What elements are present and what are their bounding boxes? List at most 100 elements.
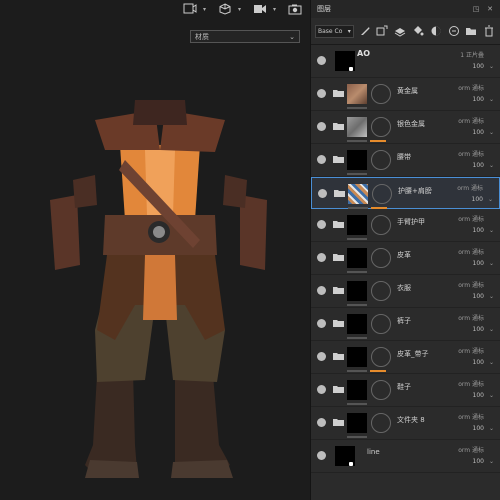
chevron-down-icon[interactable]: ⌄ [489, 359, 494, 366]
folder-icon[interactable] [333, 122, 344, 130]
layer-thumbnail[interactable] [348, 184, 368, 204]
opacity-value[interactable]: 100 [473, 260, 484, 267]
folder-icon[interactable] [333, 155, 344, 163]
eye-icon[interactable] [317, 451, 326, 460]
chevron-down-icon[interactable]: ⌄ [489, 260, 494, 267]
eye-icon[interactable] [317, 286, 326, 295]
eye-icon[interactable] [317, 385, 326, 394]
folder-icon[interactable] [333, 253, 344, 261]
blend-mode[interactable]: orm 通标 [457, 183, 483, 192]
chevron-down-icon[interactable]: ⌄ [489, 63, 494, 70]
layer-thumbnail[interactable] [347, 84, 367, 104]
layer-row[interactable]: 黄金属 orm 通标 100 ⌄ [311, 78, 500, 111]
mask-thumbnail[interactable] [371, 413, 391, 433]
folder-icon[interactable] [333, 319, 344, 327]
opacity-value[interactable]: 100 [472, 196, 483, 203]
eye-icon[interactable] [317, 253, 326, 262]
channel-select[interactable]: Base Co ▾ [315, 24, 354, 38]
armor-model[interactable] [35, 80, 285, 490]
opacity-value[interactable]: 100 [473, 326, 484, 333]
brush-button[interactable] [358, 23, 372, 39]
folder-icon[interactable] [333, 89, 344, 97]
layer-row[interactable]: 裤子 orm 通标 100 ⌄ [311, 308, 500, 341]
layer-row[interactable]: 衣服 orm 通标 100 ⌄ [311, 275, 500, 308]
layer-thumbnail[interactable] [347, 314, 367, 334]
chevron-down-icon[interactable]: ▾ [273, 6, 276, 13]
opacity-value[interactable]: 100 [473, 63, 484, 70]
blend-mode[interactable]: orm 通标 [458, 280, 484, 289]
camera-view-button[interactable] [181, 2, 199, 16]
layer-name[interactable]: 腰带 [397, 152, 411, 162]
layer-name[interactable]: 鞋子 [397, 382, 411, 392]
layer-row[interactable]: 腰带 orm 通标 100 ⌄ [311, 144, 500, 177]
chevron-down-icon[interactable]: ⌄ [489, 326, 494, 333]
layer-row[interactable]: 护腰+肩膀 orm 通标 100 ⌄ [311, 177, 500, 209]
add-layer-button[interactable] [376, 23, 390, 39]
layer-thumbnail[interactable] [347, 380, 367, 400]
layer-name[interactable]: 文件夹 8 [397, 415, 425, 425]
chevron-down-icon[interactable]: ⌄ [489, 293, 494, 300]
layer-row[interactable]: 鞋子 orm 通标 100 ⌄ [311, 374, 500, 407]
layer-row[interactable]: line orm 通标 100 ⌄ [311, 440, 500, 473]
mask-thumbnail[interactable] [372, 184, 392, 204]
3d-viewport[interactable]: ▾ ▾ ▾ 材质 ⌄ [0, 0, 310, 500]
folder-icon[interactable] [333, 286, 344, 294]
folder-icon[interactable] [333, 220, 344, 228]
blend-mode[interactable]: orm 通标 [458, 149, 484, 158]
blend-mode[interactable]: orm 通标 [458, 412, 484, 421]
chevron-down-icon[interactable]: ⌄ [489, 96, 494, 103]
blend-mode[interactable]: orm 通标 [458, 379, 484, 388]
layer-name[interactable]: 裤子 [397, 316, 411, 326]
layer-thumbnail[interactable] [347, 117, 367, 137]
layer-name[interactable]: 衣服 [397, 283, 411, 293]
mask-thumbnail[interactable] [371, 314, 391, 334]
folder-icon[interactable] [334, 189, 345, 197]
eye-icon[interactable] [317, 319, 326, 328]
eye-icon[interactable] [317, 352, 326, 361]
blend-mode[interactable]: orm 通标 [458, 83, 484, 92]
chevron-down-icon[interactable]: ⌄ [489, 392, 494, 399]
mask-thumbnail[interactable] [371, 150, 391, 170]
mask-thumbnail[interactable] [371, 347, 391, 367]
layer-name[interactable]: 手臂护甲 [397, 217, 425, 227]
blend-mode[interactable]: orm 通标 [458, 346, 484, 355]
material-dropdown[interactable]: 材质 ⌄ [190, 30, 300, 43]
opacity-value[interactable]: 100 [473, 96, 484, 103]
layer-row[interactable]: AO 1 正片叠 100 ⌄ [311, 45, 500, 78]
folder-icon[interactable] [333, 352, 344, 360]
eye-icon[interactable] [317, 89, 326, 98]
layer-name[interactable]: 银色金属 [397, 119, 425, 129]
opacity-value[interactable]: 100 [473, 293, 484, 300]
layer-name[interactable]: 黄金属 [397, 86, 418, 96]
layer-name[interactable]: 皮革 [397, 250, 411, 260]
eye-icon[interactable] [317, 155, 326, 164]
close-icon[interactable]: ✕ [486, 5, 494, 13]
layer-row[interactable]: 皮革 orm 通标 100 ⌄ [311, 242, 500, 275]
layer-thumbnail[interactable] [347, 215, 367, 235]
layer-thumbnail[interactable] [347, 248, 367, 268]
layer-thumbnail[interactable] [347, 347, 367, 367]
add-fill-layer-button[interactable] [393, 23, 407, 39]
opacity-value[interactable]: 100 [473, 425, 484, 432]
opacity-value[interactable]: 100 [473, 359, 484, 366]
layer-name[interactable]: 皮革_带子 [397, 349, 429, 359]
layer-thumbnail[interactable] [347, 150, 367, 170]
chevron-down-icon[interactable]: ▾ [203, 6, 206, 13]
opacity-value[interactable]: 100 [473, 162, 484, 169]
chevron-down-icon[interactable]: ⌄ [489, 425, 494, 432]
mask-thumbnail[interactable] [371, 248, 391, 268]
opacity-value[interactable]: 100 [473, 129, 484, 136]
layer-name[interactable]: line [367, 448, 380, 456]
opacity-value[interactable]: 100 [473, 392, 484, 399]
chevron-down-icon[interactable]: ▾ [238, 6, 241, 13]
blend-mode[interactable]: orm 通标 [458, 247, 484, 256]
screenshot-button[interactable] [286, 2, 304, 16]
blend-mode[interactable]: 1 正片叠 [460, 50, 484, 59]
eye-icon[interactable] [317, 220, 326, 229]
blend-mode[interactable]: orm 通标 [458, 116, 484, 125]
layer-row[interactable]: 皮革_带子 orm 通标 100 ⌄ [311, 341, 500, 374]
layer-name[interactable]: 护腰+肩膀 [398, 186, 432, 196]
mask-button[interactable] [429, 23, 443, 39]
layer-name[interactable]: AO [357, 49, 370, 58]
chevron-down-icon[interactable]: ⌄ [489, 129, 494, 136]
